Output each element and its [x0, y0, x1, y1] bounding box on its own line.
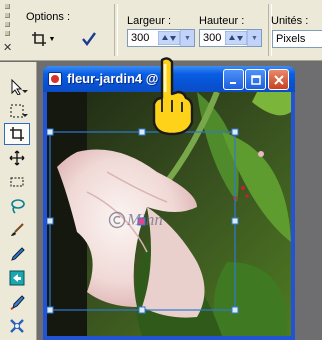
flyout-arrow-icon: [22, 114, 28, 117]
retouch-tool[interactable]: [4, 315, 30, 337]
chevron-down-icon[interactable]: ▼: [180, 30, 194, 46]
height-field[interactable]: 300 ▼: [199, 29, 262, 47]
move-tool[interactable]: [4, 147, 30, 169]
eraser-tool-icon: [10, 295, 25, 310]
selection-tool[interactable]: [4, 100, 30, 122]
crop-mode-dropdown[interactable]: ▼: [28, 29, 58, 49]
width-label: Largeur :: [127, 15, 172, 27]
crop-icon: [31, 32, 46, 46]
height-value: 300: [203, 32, 222, 44]
chevron-down-icon[interactable]: ▼: [247, 30, 261, 46]
units-value: Pixels: [276, 33, 306, 45]
units-label: Unités :: [271, 15, 309, 27]
close-window-button[interactable]: [268, 69, 289, 90]
pointer-tool[interactable]: [4, 76, 30, 98]
app-icon[interactable]: [48, 72, 62, 86]
brush-tool-icon: [11, 223, 24, 236]
crop-tool[interactable]: [4, 123, 30, 145]
pen-tool-icon: [11, 247, 25, 261]
retouch-tool-icon: [10, 319, 24, 333]
tool-options-bar: ✕ Options : ▼ Largeur : 300 ▼ Hauteur : …: [0, 0, 322, 61]
minimize-button[interactable]: [223, 69, 244, 90]
rectangle-tool-icon: [10, 177, 24, 187]
move-tool-icon: [9, 150, 25, 166]
pointing-hand-icon: [152, 57, 194, 136]
options-separator: [114, 4, 118, 56]
close-icon: [273, 74, 284, 85]
rectangle-tool[interactable]: [4, 171, 30, 193]
spin-arrows-icon[interactable]: [225, 31, 247, 45]
chevron-down-icon: ▼: [48, 35, 56, 43]
eraser-tool[interactable]: [4, 291, 30, 313]
options-label: Options :: [26, 11, 71, 23]
height-label: Hauteur :: [199, 15, 245, 27]
clone-tool-icon: [9, 270, 25, 286]
maximize-button[interactable]: [245, 69, 266, 90]
pen-tool[interactable]: [4, 243, 30, 265]
crop-tool-icon: [10, 127, 24, 141]
checkmark-icon: [82, 32, 96, 46]
tools-toolbar: [0, 62, 37, 340]
maximize-icon: [250, 74, 261, 85]
minimize-icon: [229, 81, 236, 84]
apply-button[interactable]: [77, 29, 101, 49]
clone-tool[interactable]: [4, 267, 30, 289]
spin-arrows-icon[interactable]: [158, 31, 180, 45]
close-palette-icon[interactable]: ✕: [3, 41, 12, 54]
brush-tool[interactable]: [4, 219, 30, 241]
width-value: 300: [131, 32, 150, 44]
lasso-tool[interactable]: [4, 195, 30, 217]
width-field[interactable]: 300 ▼: [127, 29, 195, 47]
flyout-arrow-icon: [22, 90, 28, 93]
units-select[interactable]: Pixels: [272, 30, 322, 48]
lasso-tool-icon: [11, 199, 25, 214]
